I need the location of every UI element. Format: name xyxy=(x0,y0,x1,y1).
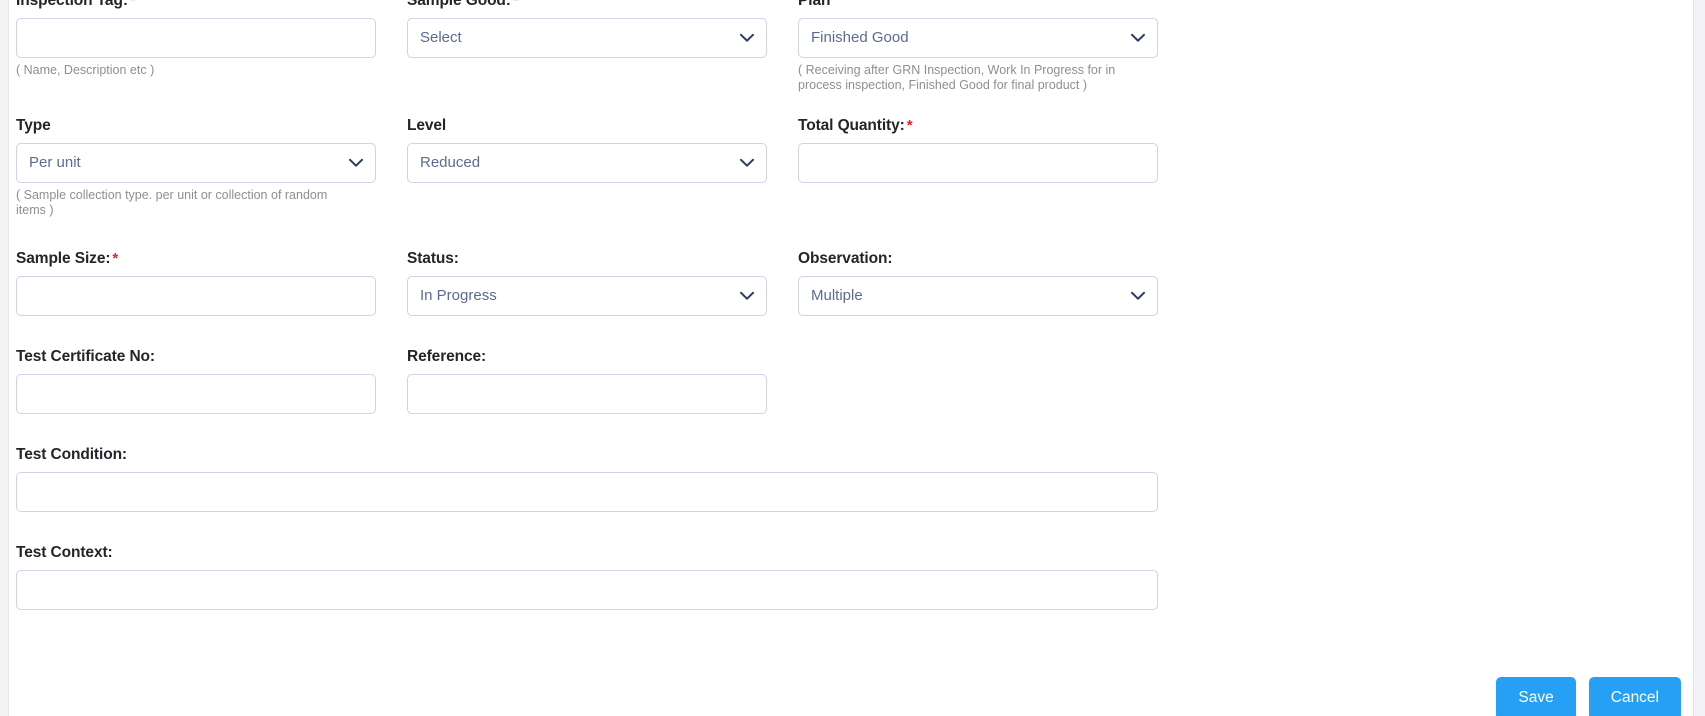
test-condition-label: Test Condition: xyxy=(16,446,127,463)
reference-label: Reference: xyxy=(407,348,487,365)
sample-good-label-text: Sample Good: xyxy=(407,0,511,9)
status-label: Status: xyxy=(407,250,459,267)
save-button[interactable]: Save xyxy=(1496,676,1576,716)
inspection-form-screen: Inspection Tag: * ( Name, Description etc… xyxy=(0,0,1705,716)
plan-selected-value: Finished Good xyxy=(811,29,909,46)
field-type: Type Per unit ( Sample collection type. … xyxy=(16,117,376,218)
field-test-certificate-no: Test Certificate No: xyxy=(16,348,376,414)
status-select[interactable]: In Progress xyxy=(407,276,767,316)
level-select[interactable]: Reduced xyxy=(407,143,767,183)
observation-selected-value: Multiple xyxy=(811,287,863,304)
field-test-context: Test Context: xyxy=(16,544,1158,610)
row-spacer-3 xyxy=(16,316,1676,348)
inspection-tag-required-marker: * xyxy=(129,0,136,9)
test-condition-control xyxy=(16,472,1158,512)
inspection-form: Inspection Tag: * ( Name, Description etc… xyxy=(16,0,1676,610)
reference-input[interactable] xyxy=(407,374,767,414)
field-inspection-tag: Inspection Tag: * ( Name, Description etc… xyxy=(16,0,376,78)
status-selected-value: In Progress xyxy=(420,287,497,304)
form-row-5: Test Condition: xyxy=(16,446,1676,512)
inspection-tag-label-text: Inspection Tag: xyxy=(16,0,128,9)
total-quantity-label-text: Total Quantity: xyxy=(798,117,905,134)
test-condition-input[interactable] xyxy=(16,472,1158,512)
level-selected-value: Reduced xyxy=(420,154,481,171)
field-test-condition: Test Condition: xyxy=(16,446,1158,512)
sample-good-select[interactable]: Select xyxy=(407,18,767,58)
inspection-tag-input[interactable] xyxy=(16,18,376,58)
total-quantity-required-marker: * xyxy=(906,117,913,134)
row-spacer-2 xyxy=(16,218,1676,250)
observation-label: Observation: xyxy=(798,250,893,267)
observation-select[interactable]: Multiple xyxy=(798,276,1158,316)
total-quantity-label: Total Quantity: * xyxy=(798,117,1158,135)
plan-control: Finished Good xyxy=(798,18,1158,58)
sample-good-required-marker: * xyxy=(512,0,519,9)
form-row-1: Inspection Tag: * ( Name, Description etc… xyxy=(16,0,1676,93)
field-reference: Reference: xyxy=(407,348,767,414)
field-sample-good: Sample Good: * Select xyxy=(407,0,767,58)
test-context-input[interactable] xyxy=(16,570,1158,610)
plan-label: Plan xyxy=(798,0,831,9)
total-quantity-control xyxy=(798,143,1158,183)
type-label: Type xyxy=(16,117,51,134)
field-sample-size: Sample Size: * xyxy=(16,250,376,316)
field-plan: Plan Finished Good ( Receiving after GRN… xyxy=(798,0,1158,93)
left-edge-gutter xyxy=(0,0,9,716)
total-quantity-input[interactable] xyxy=(798,143,1158,183)
sample-size-control xyxy=(16,276,376,316)
sample-size-input[interactable] xyxy=(16,276,376,316)
row-spacer-1 xyxy=(16,93,1676,117)
level-control: Reduced xyxy=(407,143,767,183)
inspection-tag-hint: ( Name, Description etc ) xyxy=(16,63,155,77)
plan-select[interactable]: Finished Good xyxy=(798,18,1158,58)
inspection-tag-control xyxy=(16,18,376,58)
reference-control xyxy=(407,374,767,414)
right-scrollbar-gutter[interactable] xyxy=(1693,0,1705,716)
form-row-4: Test Certificate No: Reference: xyxy=(16,348,1676,414)
form-row-2: Type Per unit ( Sample collection type. … xyxy=(16,117,1676,218)
row-spacer-4 xyxy=(16,414,1676,446)
type-select[interactable]: Per unit xyxy=(16,143,376,183)
sample-size-label: Sample Size: * xyxy=(16,250,376,268)
form-actions: Save Cancel xyxy=(1496,676,1681,716)
sample-size-label-text: Sample Size: xyxy=(16,250,111,267)
inspection-tag-label: Inspection Tag: * xyxy=(16,0,376,10)
sample-size-required-marker: * xyxy=(112,250,119,267)
sample-good-selected-value: Select xyxy=(420,29,462,46)
type-hint: ( Sample collection type. per unit or co… xyxy=(16,188,328,217)
plan-hint: ( Receiving after GRN Inspection, Work I… xyxy=(798,63,1116,92)
type-selected-value: Per unit xyxy=(29,154,81,171)
test-certificate-no-input[interactable] xyxy=(16,374,376,414)
level-label: Level xyxy=(407,117,447,134)
observation-control: Multiple xyxy=(798,276,1158,316)
test-context-label: Test Context: xyxy=(16,544,113,561)
field-level: Level Reduced xyxy=(407,117,767,183)
field-total-quantity: Total Quantity: * xyxy=(798,117,1158,183)
test-context-control xyxy=(16,570,1158,610)
type-control: Per unit xyxy=(16,143,376,183)
test-certificate-no-control xyxy=(16,374,376,414)
field-status: Status: In Progress xyxy=(407,250,767,316)
cancel-button[interactable]: Cancel xyxy=(1588,676,1681,716)
form-row-6: Test Context: xyxy=(16,544,1676,610)
status-control: In Progress xyxy=(407,276,767,316)
field-observation: Observation: Multiple xyxy=(798,250,1158,316)
row-spacer-5 xyxy=(16,512,1676,544)
form-row-3: Sample Size: * Status: In Progress Obser… xyxy=(16,250,1676,316)
sample-good-label: Sample Good: * xyxy=(407,0,767,10)
sample-good-control: Select xyxy=(407,18,767,58)
test-certificate-no-label: Test Certificate No: xyxy=(16,348,155,365)
